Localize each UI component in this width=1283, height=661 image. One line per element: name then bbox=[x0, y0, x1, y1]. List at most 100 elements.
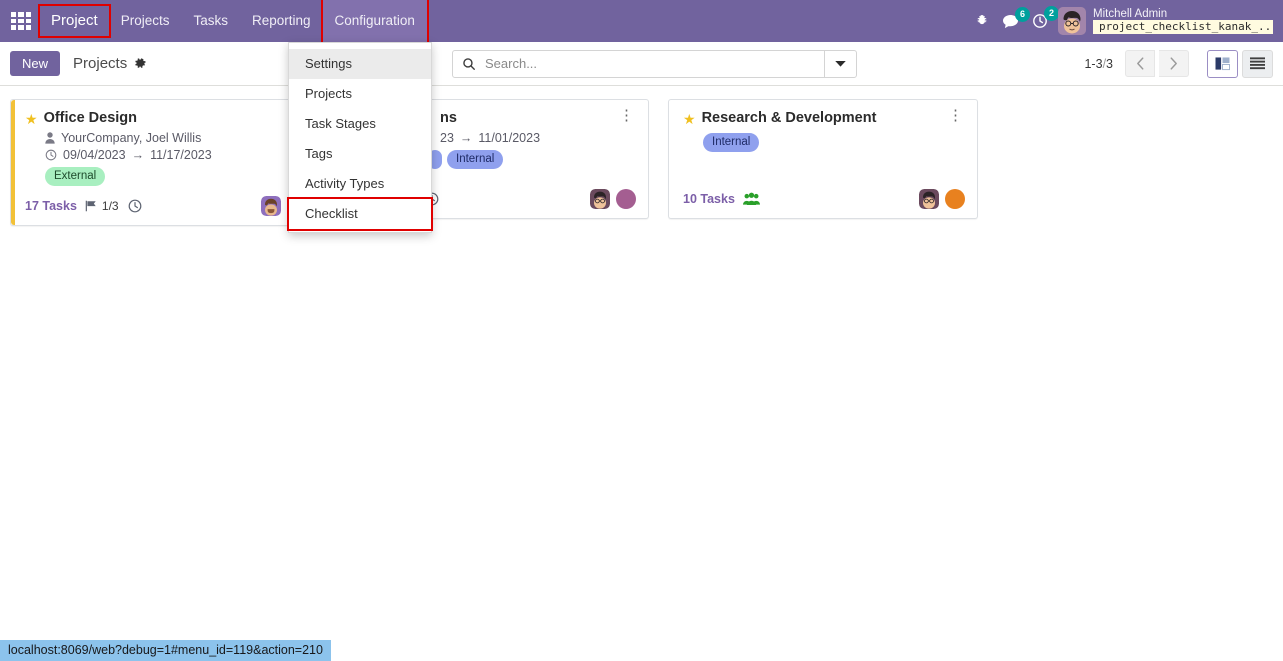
card-tags: Internal bbox=[683, 133, 965, 152]
view-list[interactable] bbox=[1242, 49, 1273, 78]
users-group-icon[interactable] bbox=[742, 192, 760, 206]
search-input[interactable] bbox=[483, 55, 824, 72]
user-meta: Mitchell Admin project_checklist_kanak_.… bbox=[1093, 8, 1273, 34]
card-tags: External bbox=[25, 167, 307, 186]
menu-item-settings[interactable]: Settings bbox=[289, 49, 431, 79]
tag-external[interactable]: External bbox=[45, 167, 106, 186]
tag-internal[interactable]: Internal bbox=[447, 150, 504, 169]
pager[interactable]: 1-3/3 bbox=[1084, 57, 1113, 71]
brand-project[interactable]: Project bbox=[38, 4, 111, 38]
messages-badge: 6 bbox=[1015, 6, 1030, 22]
card-date-line: 09/04/2023 → 11/17/2023 bbox=[25, 148, 307, 162]
system-icons: 6 2 bbox=[975, 6, 1059, 29]
menu-item-projects[interactable]: Projects bbox=[289, 79, 431, 109]
activities-badge: 2 bbox=[1044, 6, 1059, 21]
user-icon bbox=[45, 132, 55, 144]
card-avatars bbox=[919, 189, 965, 209]
card-date-arrow: → bbox=[459, 131, 473, 145]
kanban-board: ★ Office Design YourCompany, Joel Willis… bbox=[0, 86, 1283, 239]
nav-reporting[interactable]: Reporting bbox=[240, 0, 323, 42]
kanban-card-office-design[interactable]: ★ Office Design YourCompany, Joel Willis… bbox=[10, 99, 320, 226]
pager-next-button[interactable] bbox=[1159, 50, 1189, 77]
database-chip: project_checklist_kanak_... bbox=[1093, 20, 1273, 34]
database-name: project_checklist_kanak_... bbox=[1099, 20, 1273, 34]
avatar-user-6[interactable] bbox=[945, 189, 965, 209]
menu-item-activity-types[interactable]: Activity Types bbox=[289, 169, 431, 199]
favorite-star-icon[interactable]: ★ bbox=[25, 111, 38, 128]
kanban-icon bbox=[1215, 56, 1230, 70]
menu-item-task-stages-label: Task Stages bbox=[305, 116, 376, 131]
clock-icon[interactable] bbox=[128, 199, 142, 213]
chat-icon[interactable]: 6 bbox=[1002, 6, 1030, 29]
control-panel-middle bbox=[430, 49, 1084, 78]
favorite-star-icon[interactable]: ★ bbox=[683, 111, 696, 128]
card-date-end: 11/17/2023 bbox=[150, 148, 212, 162]
search-box[interactable] bbox=[452, 49, 857, 78]
view-kanban[interactable] bbox=[1207, 49, 1238, 78]
avatar-user-1[interactable] bbox=[261, 196, 281, 216]
tasks-fraction: 1/3 bbox=[101, 199, 119, 213]
nav-reporting-label: Reporting bbox=[251, 13, 311, 28]
card-header: ★ Research & Development ⋮ bbox=[683, 108, 965, 128]
nav-tasks[interactable]: Tasks bbox=[181, 0, 240, 42]
new-button[interactable]: New bbox=[10, 51, 61, 76]
kebab-menu-icon[interactable]: ⋮ bbox=[617, 108, 636, 123]
avatar bbox=[1058, 7, 1086, 35]
menu-item-tags[interactable]: Tags bbox=[289, 139, 431, 169]
control-panel: New Projects Search... 1-3/3 bbox=[0, 42, 1283, 86]
nav-projects[interactable]: Projects bbox=[109, 0, 182, 42]
breadcrumb: Projects bbox=[73, 55, 147, 72]
tag-internal[interactable]: Internal bbox=[703, 133, 760, 152]
menu-item-checklist-label: Checklist bbox=[305, 206, 358, 221]
list-icon bbox=[1250, 57, 1265, 70]
card-footer: 17 Tasks 1/3 bbox=[11, 190, 319, 225]
search-icon bbox=[453, 57, 483, 71]
menu-item-checklist[interactable]: Checklist bbox=[287, 197, 433, 231]
card-date-start: 09/04/2023 bbox=[63, 148, 126, 162]
avatar-user-5[interactable] bbox=[919, 189, 939, 209]
menu-item-task-stages[interactable]: Task Stages bbox=[289, 109, 431, 139]
chevron-right-icon bbox=[1170, 57, 1177, 70]
nav-configuration-label: Configuration bbox=[334, 13, 415, 28]
apps-grid-icon[interactable] bbox=[8, 8, 34, 34]
tasks-count-link[interactable]: 17 Tasks bbox=[25, 199, 77, 213]
flag-icon bbox=[85, 200, 97, 212]
menu-item-tags-label: Tags bbox=[305, 146, 333, 161]
pager-range: 1-3 bbox=[1084, 56, 1103, 71]
card-title[interactable]: Office Design bbox=[44, 109, 307, 128]
activities-clock-icon[interactable]: 2 bbox=[1032, 6, 1059, 29]
kebab-menu-icon[interactable]: ⋮ bbox=[946, 108, 965, 123]
nav-configuration[interactable]: Configuration bbox=[320, 0, 429, 44]
card-title[interactable]: Research & Development bbox=[702, 109, 946, 128]
card-body: ★ Office Design YourCompany, Joel Willis… bbox=[11, 100, 319, 190]
tasks-count-link[interactable]: 10 Tasks bbox=[683, 192, 735, 206]
pager-prev-button[interactable] bbox=[1125, 50, 1155, 77]
view-switcher bbox=[1207, 49, 1273, 78]
card-date-start: 23 bbox=[440, 131, 454, 145]
card-partner-line: YourCompany, Joel Willis bbox=[25, 131, 307, 145]
menu-item-projects-label: Projects bbox=[305, 86, 352, 101]
search-dropdown-toggle[interactable] bbox=[824, 50, 856, 77]
clock-icon bbox=[45, 149, 57, 161]
chevron-down-icon bbox=[835, 61, 846, 67]
card-date-arrow: → bbox=[131, 148, 145, 162]
status-bar-url: localhost:8069/web?debug=1#menu_id=119&a… bbox=[0, 640, 331, 661]
card-header: ★ Office Design bbox=[25, 109, 307, 128]
card-footer: 10 Tasks bbox=[669, 159, 977, 218]
avatar-user-3[interactable] bbox=[590, 189, 610, 209]
user-menu[interactable]: Mitchell Admin project_checklist_kanak_.… bbox=[1058, 7, 1275, 35]
menu-item-activity-types-label: Activity Types bbox=[305, 176, 385, 191]
kanban-card-research-development[interactable]: ★ Research & Development ⋮ Internal 10 T… bbox=[668, 99, 978, 219]
nav-tasks-label: Tasks bbox=[193, 13, 228, 28]
gear-icon[interactable] bbox=[134, 57, 147, 70]
menu-item-settings-label: Settings bbox=[305, 56, 352, 71]
card-date-end: 11/01/2023 bbox=[478, 131, 541, 145]
bug-icon[interactable] bbox=[975, 14, 989, 28]
top-navbar: Project Projects Tasks Reporting Configu… bbox=[0, 0, 1283, 44]
card-body: ★ Research & Development ⋮ Internal bbox=[669, 100, 977, 159]
page-title: Projects bbox=[73, 55, 128, 72]
pager-total: 3 bbox=[1106, 56, 1113, 71]
card-stripe bbox=[11, 100, 15, 225]
chevron-left-icon bbox=[1136, 57, 1143, 70]
avatar-user-4[interactable] bbox=[616, 189, 636, 209]
